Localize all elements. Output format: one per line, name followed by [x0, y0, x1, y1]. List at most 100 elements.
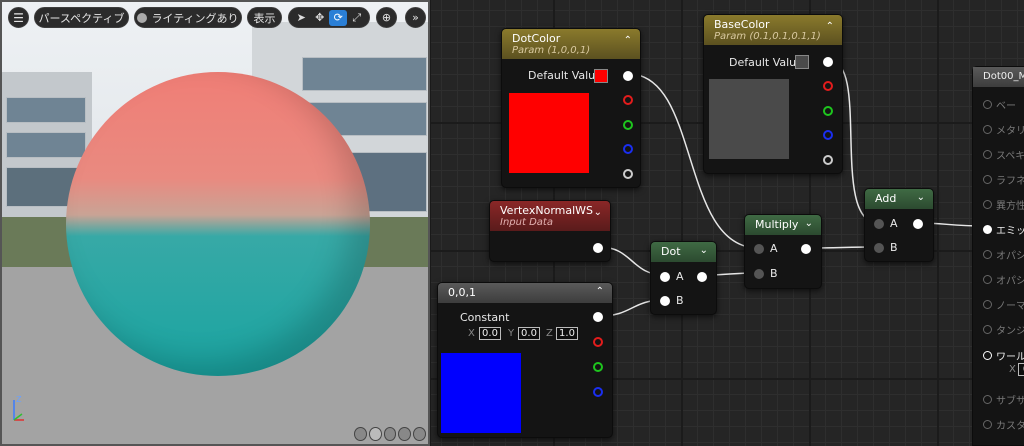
constant-vector-node[interactable]: 0,0,1 ⌃ Constant X 0.0 Y 0.0 Z 1.0 — [437, 282, 613, 438]
lighting-label: ライティングあり — [151, 11, 239, 25]
node-subtitle: Param (0.1,0.1,0.1,1) — [714, 31, 821, 42]
collapse-icon[interactable]: ⌄ — [700, 245, 708, 257]
default-value-swatch[interactable] — [795, 55, 809, 69]
transform-tools: ➤ ✥ ⟳ ⤢ — [288, 7, 370, 28]
output-pin[interactable] — [801, 244, 811, 254]
b-output-pin[interactable] — [593, 387, 603, 397]
subsurface-pin-row[interactable]: サブサ — [983, 392, 1024, 407]
a-output-pin[interactable] — [623, 169, 633, 179]
rotate-icon[interactable]: ⟳ — [329, 9, 348, 26]
node-title: BaseColor — [714, 18, 770, 31]
basecolor-param-node[interactable]: BaseColor Param (0.1,0.1,0.1,1) ⌃ Defaul… — [703, 14, 843, 174]
a-input-pin[interactable] — [660, 272, 670, 282]
node-header: Dot ⌄ — [651, 242, 716, 262]
base-color-pin-row[interactable]: ベー — [983, 97, 1016, 112]
add-node[interactable]: Add ⌄ A B — [864, 188, 934, 262]
show-button[interactable]: 表示 — [247, 7, 282, 28]
output-pin[interactable] — [913, 219, 923, 229]
y-value-field[interactable]: 0.0 — [518, 327, 540, 340]
opacity-mask-pin-row[interactable]: オパシ — [983, 272, 1024, 287]
move-icon[interactable]: ✥ — [311, 10, 329, 26]
a-label: A — [770, 242, 778, 255]
emissive-pin-row[interactable]: エミッ — [983, 222, 1024, 237]
tangent-pin-row[interactable]: タンジ — [983, 322, 1024, 337]
collapse-icon[interactable]: ⌄ — [594, 207, 602, 219]
metallic-pin-row[interactable]: メタリ — [983, 122, 1024, 137]
preview-shape-buttons — [354, 427, 426, 441]
a-output-pin[interactable] — [823, 155, 833, 165]
lighting-button[interactable]: ライティングあり — [134, 7, 242, 28]
collapse-icon[interactable]: ⌃ — [624, 35, 632, 47]
default-value-swatch[interactable] — [594, 69, 608, 83]
cylinder-icon[interactable] — [354, 427, 367, 441]
collapse-icon[interactable]: ⌃ — [826, 21, 834, 33]
rgb-output-pin[interactable] — [593, 312, 603, 322]
node-header: DotColor Param (1,0,0,1) ⌃ — [502, 29, 640, 59]
dot-node[interactable]: Dot ⌄ A B — [650, 241, 717, 315]
perspective-button[interactable]: パースペクティブ — [34, 7, 129, 28]
menu-icon: ☰ — [13, 10, 24, 25]
show-label: 表示 — [253, 11, 276, 25]
g-output-pin[interactable] — [823, 106, 833, 116]
sphere-icon[interactable] — [368, 427, 382, 441]
node-header: VertexNormalWS Input Data ⌄ — [490, 201, 610, 231]
collapse-icon[interactable]: ⌄ — [805, 218, 813, 230]
node-title: Add — [875, 192, 897, 205]
g-output-pin[interactable] — [623, 120, 633, 130]
opacity-pin-row[interactable]: オパシ — [983, 247, 1024, 262]
plane-icon[interactable] — [383, 427, 397, 441]
custom-data-pin-row[interactable]: カスタ — [983, 417, 1024, 432]
color-preview — [509, 93, 589, 173]
scale-icon[interactable]: ⤢ — [348, 10, 366, 26]
world-offset-pin-row[interactable]: ワール — [983, 348, 1024, 363]
multiply-node[interactable]: Multiply ⌄ A B — [744, 214, 822, 289]
b-output-pin[interactable] — [823, 130, 833, 140]
node-header: Add ⌄ — [865, 189, 933, 209]
default-value-label: Default Value — [729, 56, 803, 69]
a-input-pin[interactable] — [874, 219, 884, 229]
select-arrow-icon[interactable]: ➤ — [292, 10, 310, 26]
building-window — [6, 97, 86, 123]
viewport-menu-button[interactable]: ☰ — [8, 7, 29, 28]
teapot-icon[interactable] — [413, 427, 426, 441]
collapse-icon[interactable]: ⌄ — [917, 192, 925, 204]
material-result-node[interactable]: Dot00_M ベー メタリ スペキ ラフネ 異方性 エミッ オパシ オパシ ノ… — [972, 66, 1024, 446]
cube-icon[interactable] — [398, 427, 412, 441]
world-x-label: X — [1009, 364, 1016, 375]
a-label: A — [676, 270, 684, 283]
node-header: Multiply ⌄ — [745, 215, 821, 235]
g-output-pin[interactable] — [593, 362, 603, 372]
output-pin[interactable] — [697, 272, 707, 282]
roughness-pin-row[interactable]: ラフネ — [983, 172, 1024, 187]
node-title: DotColor — [512, 32, 561, 45]
r-output-pin[interactable] — [593, 337, 603, 347]
r-output-pin[interactable] — [823, 81, 833, 91]
normal-pin-row[interactable]: ノーマ — [983, 297, 1024, 312]
x-value-field[interactable]: 0.0 — [479, 327, 501, 340]
z-value-field[interactable]: 1.0 — [556, 327, 578, 340]
b-label: B — [770, 267, 778, 280]
b-output-pin[interactable] — [623, 144, 633, 154]
world-x-field[interactable]: 0 — [1018, 363, 1024, 376]
globe-icon: ⊕ — [381, 11, 392, 24]
output-pin[interactable] — [593, 243, 603, 253]
node-title: VertexNormalWS — [500, 204, 594, 217]
rgb-output-pin[interactable] — [623, 71, 633, 81]
b-input-pin[interactable] — [660, 296, 670, 306]
b-input-pin[interactable] — [874, 243, 884, 253]
z-label: Z — [546, 328, 553, 339]
result-node-title: Dot00_M — [973, 67, 1024, 87]
collapse-icon[interactable]: ⌃ — [596, 286, 604, 298]
y-label: Y — [508, 328, 515, 339]
material-preview-viewport[interactable]: ☰ パースペクティブ ライティングあり 表示 ➤ ✥ ⟳ ⤢ ⊕ » Z — [0, 0, 430, 446]
globe-button[interactable]: ⊕ — [376, 7, 397, 28]
r-output-pin[interactable] — [623, 95, 633, 105]
dotcolor-param-node[interactable]: DotColor Param (1,0,0,1) ⌃ Default Value — [501, 28, 641, 188]
vertexnormalws-node[interactable]: VertexNormalWS Input Data ⌄ — [489, 200, 611, 262]
specular-pin-row[interactable]: スペキ — [983, 147, 1024, 162]
anisotropy-pin-row[interactable]: 異方性 — [983, 197, 1024, 212]
a-input-pin[interactable] — [754, 244, 764, 254]
expand-button[interactable]: » — [405, 7, 426, 28]
rgb-output-pin[interactable] — [823, 57, 833, 67]
b-input-pin[interactable] — [754, 269, 764, 279]
